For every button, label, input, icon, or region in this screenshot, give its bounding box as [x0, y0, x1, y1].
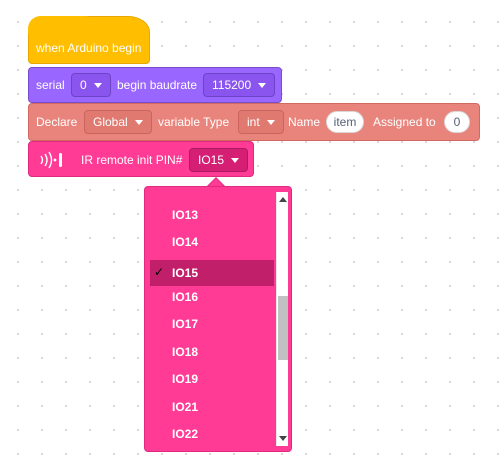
- baudrate-label: begin baudrate: [117, 78, 198, 92]
- hat-block-label: when Arduino begin: [36, 41, 142, 55]
- chevron-down-icon: [258, 82, 267, 88]
- chevron-down-icon: [134, 119, 143, 125]
- ir-init-label: IR remote init PIN#: [81, 153, 183, 167]
- dropdown-option-io16[interactable]: IO16: [150, 284, 274, 310]
- assigned-to-label: Assigned to: [373, 115, 436, 129]
- ir-remote-init-block[interactable]: IR remote init PIN# IO15: [28, 141, 254, 177]
- dropdown-option-io22[interactable]: IO22: [150, 421, 274, 447]
- declare-label: Declare: [36, 115, 78, 129]
- option-label: IO16: [172, 290, 199, 304]
- dropdown-option-io21[interactable]: IO21: [150, 394, 274, 420]
- option-label: IO19: [172, 372, 199, 386]
- dropdown-option-io14[interactable]: IO14: [150, 229, 274, 255]
- variable-name-input[interactable]: item: [326, 111, 364, 133]
- dropdown-option-io18[interactable]: IO18: [150, 339, 274, 365]
- dropdown-option-io15[interactable]: ✓ IO15: [150, 260, 274, 286]
- variable-type-label: variable Type: [158, 115, 230, 129]
- ir-pin-dropdown[interactable]: IO15: [189, 148, 249, 172]
- variable-type-dropdown[interactable]: int: [238, 110, 284, 134]
- ir-remote-icon: [38, 151, 64, 172]
- dropdown-option-io17[interactable]: IO17: [150, 311, 274, 337]
- scope-value: Global: [93, 115, 128, 129]
- name-label: Name: [288, 115, 321, 129]
- ir-pin-value: IO15: [198, 153, 225, 167]
- option-label: IO21: [172, 400, 199, 414]
- dropdown-option-io19[interactable]: IO19: [150, 366, 274, 392]
- dropdown-scrollbar[interactable]: [276, 192, 288, 446]
- checkmark-icon: ✓: [154, 265, 165, 279]
- hat-block-cap: [28, 16, 102, 34]
- chevron-down-icon: [266, 119, 275, 125]
- option-label: IO15: [172, 266, 199, 280]
- serial-port-value: 0: [80, 78, 87, 92]
- option-label: IO18: [172, 345, 199, 359]
- variable-type-value: int: [247, 115, 260, 129]
- option-label: IO17: [172, 317, 199, 331]
- baudrate-dropdown[interactable]: 115200: [203, 73, 276, 97]
- chevron-down-icon: [93, 82, 102, 88]
- scroll-down-arrow-icon[interactable]: [279, 436, 287, 441]
- scope-dropdown[interactable]: Global: [84, 110, 152, 134]
- chevron-down-icon: [231, 157, 240, 163]
- assigned-value-input[interactable]: 0: [444, 111, 470, 133]
- scrollbar-thumb[interactable]: [278, 296, 288, 360]
- scroll-up-arrow-icon[interactable]: [279, 197, 287, 202]
- serial-begin-block[interactable]: serial 0 begin baudrate 115200: [28, 67, 282, 103]
- declare-variable-block[interactable]: Declare Global variable Type int Name it…: [28, 103, 480, 141]
- baudrate-value: 115200: [212, 78, 252, 92]
- serial-port-dropdown[interactable]: 0: [71, 73, 111, 97]
- option-label: IO13: [172, 208, 199, 222]
- option-label: IO22: [172, 427, 199, 441]
- option-label: IO14: [172, 235, 199, 249]
- dropdown-option-io13[interactable]: IO13: [150, 202, 274, 228]
- serial-label: serial: [36, 78, 65, 92]
